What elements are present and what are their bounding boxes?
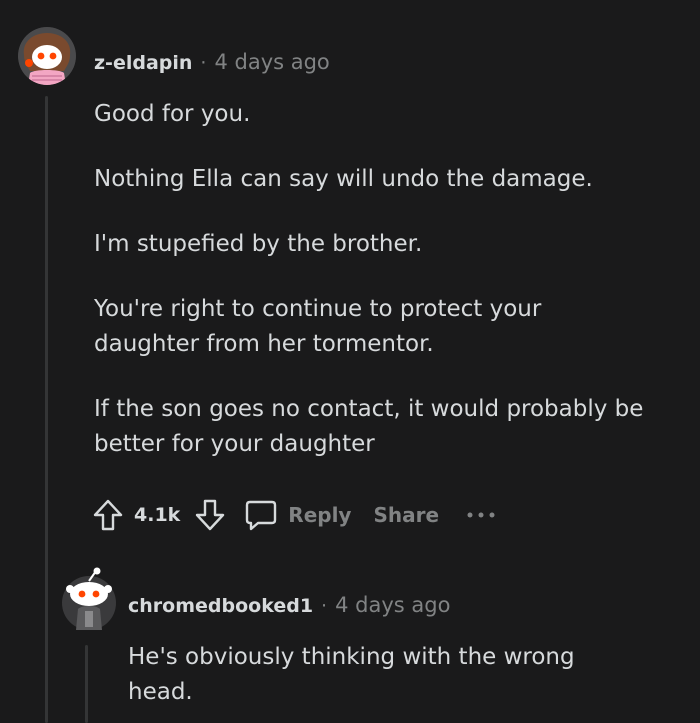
downvote-arrow-icon[interactable] [190,495,230,535]
comment-paragraph: You're right to continue to protect your… [94,296,542,357]
reply-body: He's obviously thinking with the wrong h… [128,640,618,710]
comment-thread-line[interactable] [45,96,48,723]
reply-header: chromedbooked1 · 4 days ago [128,593,450,617]
comment-timestamp[interactable]: 4 days ago [214,50,329,74]
snoo-avatar-icon [62,567,116,630]
reply-button[interactable]: Reply [242,495,351,535]
reply-avatar[interactable] [62,567,116,631]
reply-author[interactable]: chromedbooked1 [128,595,313,617]
upvote-arrow-icon[interactable] [88,495,128,535]
comment-author[interactable]: z-eldapin [94,52,192,74]
more-dots-icon[interactable] [465,505,497,525]
comment-action-bar: 4.1k Reply Share [88,492,497,538]
comment-paragraph: I'm stupefied by the brother. [94,231,423,257]
vote-score: 4.1k [134,504,181,526]
snoo-avatar-icon [18,27,76,85]
comment-paragraph: Nothing Ella can say will undo the damag… [94,166,593,192]
share-button[interactable]: Share [373,503,439,527]
comment-paragraph: If the son goes no contact, it would pro… [94,396,644,457]
reply-paragraph: He's obviously thinking with the wrong h… [128,644,575,705]
share-label: Share [373,503,440,527]
reply-label: Reply [288,503,352,527]
reply-timestamp[interactable]: 4 days ago [335,593,450,617]
reply-thread-line[interactable] [85,645,88,723]
meta-separator: · [321,595,328,617]
comment-paragraph: Good for you. [94,101,251,127]
meta-separator: · [200,52,207,74]
comment-header: z-eldapin · 4 days ago [94,50,330,74]
commenter-avatar[interactable] [18,27,76,85]
comment-body: Good for you. Nothing Ella can say will … [94,97,684,492]
speech-bubble-icon [242,495,280,535]
